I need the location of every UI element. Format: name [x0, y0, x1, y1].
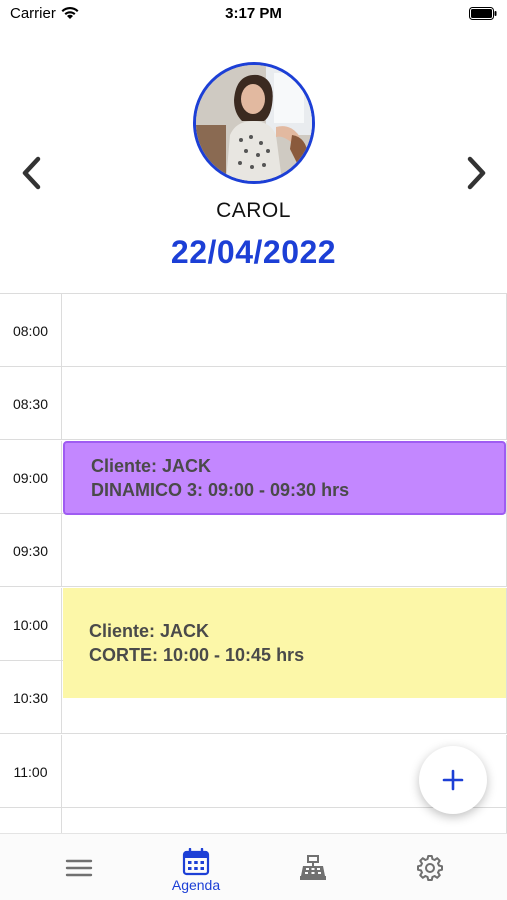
slot-area[interactable]	[62, 367, 507, 440]
time-label	[0, 808, 62, 833]
tab-bar: Agenda	[0, 833, 507, 900]
professional-avatar	[193, 62, 315, 184]
appointment-card[interactable]: Cliente: JACK CORTE: 10:00 - 10:45 hrs	[63, 588, 506, 698]
gear-icon	[417, 855, 443, 881]
tab-agenda[interactable]: Agenda	[133, 834, 259, 900]
schedule-date[interactable]: 22/04/2022	[0, 234, 507, 271]
time-label: 09:30	[0, 514, 62, 587]
chevron-left-icon	[22, 156, 41, 190]
next-professional-button[interactable]	[462, 155, 490, 191]
slot-area[interactable]	[62, 294, 507, 367]
battery-icon	[469, 7, 497, 20]
time-label: 10:30	[0, 661, 62, 734]
status-time: 3:17 PM	[225, 5, 282, 22]
menu-icon	[65, 859, 93, 877]
chevron-right-icon	[467, 156, 486, 190]
appointment-service: DINAMICO 3: 09:00 - 09:30 hrs	[91, 480, 350, 500]
time-label: 08:00	[0, 294, 62, 367]
tab-cash-register[interactable]	[250, 834, 376, 900]
slot-area[interactable]	[62, 514, 507, 587]
tab-settings[interactable]	[367, 834, 493, 900]
time-slot[interactable]: 09:30	[0, 514, 507, 587]
appointment-card[interactable]: Cliente: JACK DINAMICO 3: 09:00 - 09:30 …	[63, 441, 506, 515]
schedule-grid[interactable]: 08:00 08:30 09:00 09:30 10:00 10:30 11:0…	[0, 293, 507, 833]
appointment-client: Cliente: JACK	[89, 621, 210, 641]
appointment-client: Cliente: JACK	[91, 456, 212, 476]
time-label: 09:00	[0, 441, 62, 514]
tab-agenda-label: Agenda	[171, 877, 221, 893]
time-label: 11:00	[0, 735, 62, 808]
time-slot[interactable]	[0, 808, 507, 833]
time-slot[interactable]: 08:30	[0, 367, 507, 440]
professional-name: CAROL	[216, 199, 291, 222]
cash-register-icon	[300, 855, 326, 880]
time-label: 08:30	[0, 367, 62, 440]
plus-icon	[442, 769, 464, 791]
previous-professional-button[interactable]	[18, 155, 46, 191]
time-slot[interactable]: 08:00	[0, 294, 507, 367]
appointment-service: CORTE: 10:00 - 10:45 hrs	[89, 645, 305, 665]
tab-menu[interactable]	[16, 834, 142, 900]
add-appointment-button[interactable]	[419, 746, 487, 814]
status-bar: Carrier 3:17 PM	[0, 0, 507, 30]
time-label: 10:00	[0, 588, 62, 661]
calendar-icon	[182, 848, 210, 876]
